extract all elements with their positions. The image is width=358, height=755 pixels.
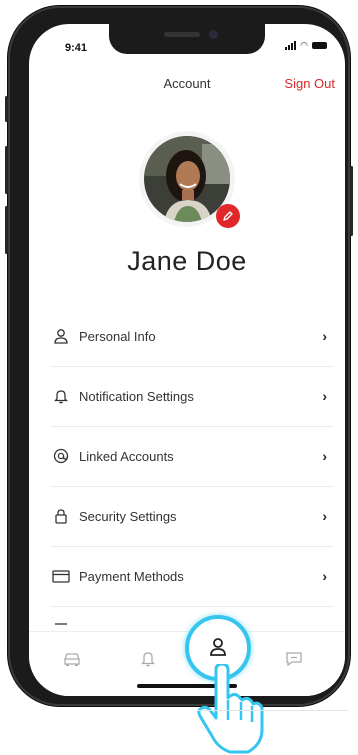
notch: [109, 24, 265, 54]
bell-icon: [51, 386, 71, 406]
menu-item-notification-settings[interactable]: Notification Settings ›: [51, 366, 333, 426]
wifi-icon: ◠: [300, 40, 308, 50]
tap-hand-icon: [197, 664, 264, 754]
sign-out-button[interactable]: Sign Out: [284, 76, 335, 91]
speaker: [164, 32, 200, 37]
power-button: [350, 166, 353, 236]
menu-item-linked-accounts[interactable]: Linked Accounts ›: [51, 426, 333, 486]
car-icon: [64, 653, 80, 666]
volume-up-button: [5, 146, 8, 194]
status-time: 9:41: [65, 42, 88, 54]
menu-item-payment-methods[interactable]: Payment Methods ›: [51, 546, 333, 606]
menu-item-label: Linked Accounts: [79, 448, 174, 464]
chevron-right-icon: ›: [322, 328, 327, 344]
mute-switch: [5, 96, 8, 122]
divider: [198, 710, 348, 711]
tab-vehicle[interactable]: [57, 644, 87, 674]
partial-icon: [51, 620, 71, 630]
screen: 9:41 ◠ Account Sign Out Jane Doe Persona…: [29, 24, 345, 696]
person-icon: [51, 326, 71, 346]
menu-item-personal-info[interactable]: Personal Info ›: [51, 306, 333, 366]
chevron-right-icon: ›: [322, 508, 327, 524]
credit-card-icon: [51, 566, 71, 586]
edit-photo-button[interactable]: [216, 204, 240, 228]
profile-name: Jane Doe: [127, 246, 247, 276]
settings-menu: Personal Info › Notification Settings › …: [29, 306, 345, 630]
menu-item-security-settings[interactable]: Security Settings ›: [51, 486, 333, 546]
lock-icon: [51, 506, 71, 526]
tab-notifications[interactable]: [133, 644, 163, 674]
chevron-right-icon: ›: [322, 388, 327, 404]
chevron-right-icon: ›: [322, 568, 327, 584]
menu-item-label: Notification Settings: [79, 388, 194, 404]
camera: [209, 30, 218, 39]
menu-item-label: Payment Methods: [79, 568, 184, 584]
signal-icon: [285, 41, 297, 50]
chevron-right-icon: ›: [322, 448, 327, 464]
battery-icon: [312, 42, 327, 49]
status-icons: ◠: [285, 41, 327, 50]
tab-messages[interactable]: [279, 644, 309, 674]
pencil-icon: [223, 211, 233, 221]
bell-icon: [140, 652, 156, 667]
volume-down-button: [5, 206, 8, 254]
chat-icon: [286, 652, 302, 667]
menu-item-label: Security Settings: [79, 508, 177, 524]
menu-item-label: Personal Info: [79, 328, 156, 344]
at-icon: [51, 446, 71, 466]
